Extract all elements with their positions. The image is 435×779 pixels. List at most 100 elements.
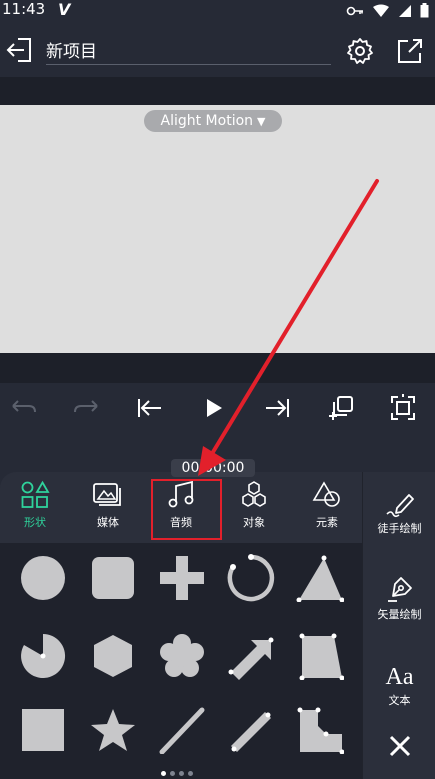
settings-button[interactable] [345, 36, 375, 66]
rounded-square-shape-icon [92, 557, 134, 599]
page-dot [170, 771, 175, 776]
trapezoid-shape-icon [299, 633, 344, 680]
skip-end-button[interactable] [262, 393, 292, 423]
flower-shape-icon [160, 634, 204, 677]
project-title[interactable]: 新项目 [46, 37, 97, 62]
play-icon [207, 399, 222, 417]
shape-arc[interactable] [224, 551, 278, 605]
vector-draw-label: 矢量绘制 [377, 608, 422, 621]
thick-line-shape-icon [231, 712, 271, 752]
timecode-display: 00:00:00 [171, 459, 255, 477]
add-layer-button[interactable] [326, 393, 356, 423]
text-button[interactable]: Aa 文本 [363, 664, 435, 708]
wifi-icon [373, 4, 389, 17]
freehand-draw-button[interactable]: 徒手绘制 [363, 492, 435, 536]
shape-hexagon[interactable] [86, 629, 140, 683]
shape-rounded-square[interactable] [86, 551, 140, 605]
add-layer-panel: 形状 媒体 音频 对象 元素 徒手绘制 矢量绘制 Aa 文本 [0, 472, 435, 779]
battery-icon [420, 3, 429, 18]
pen-scribble-icon [385, 494, 414, 518]
hexagon-shape-icon [94, 635, 132, 677]
shape-notched-rect[interactable] [293, 703, 347, 757]
media-icon [93, 483, 121, 506]
status-time: 11:43 [2, 0, 46, 18]
page-dot [179, 771, 184, 776]
close-button[interactable] [363, 734, 435, 758]
text-label: 文本 [388, 694, 411, 707]
shapes-icon [21, 480, 50, 508]
shape-square[interactable] [16, 703, 70, 757]
page-indicator [161, 771, 193, 776]
arc-shape-icon [227, 554, 275, 602]
fullscreen-icon [391, 394, 415, 420]
hexagons-icon [242, 481, 266, 507]
tab-shapes[interactable]: 形状 [0, 480, 70, 540]
export-icon [398, 39, 422, 63]
back-button[interactable] [6, 36, 36, 64]
canvas-bottom-band [0, 353, 435, 383]
status-v-mark: V [58, 0, 71, 19]
key-icon [346, 6, 363, 15]
status-bar: 11:43 V [0, 0, 435, 22]
close-icon [389, 735, 410, 757]
vector-draw-button[interactable]: 矢量绘制 [363, 574, 435, 622]
add-layer-icon [329, 396, 353, 420]
tab-objects[interactable]: 对象 [219, 480, 289, 540]
shape-pie[interactable] [16, 629, 70, 683]
exit-icon [6, 38, 31, 62]
preview-canvas[interactable] [0, 105, 435, 353]
undo-button[interactable] [8, 393, 38, 423]
shape-arrow[interactable] [224, 629, 278, 683]
signal-icon [399, 4, 411, 17]
line-shape-icon [159, 707, 205, 754]
audio-tab-highlight [151, 479, 222, 540]
status-icons [346, 3, 429, 18]
export-button[interactable] [395, 36, 425, 66]
tab-shapes-label: 形状 [24, 516, 46, 529]
skip-start-button[interactable] [135, 393, 165, 423]
shape-flower[interactable] [155, 629, 209, 683]
undo-icon [12, 400, 36, 413]
circle-shape-icon [21, 556, 65, 600]
canvas-top-band [0, 77, 435, 105]
watermark-text: Alight Motion [160, 113, 254, 129]
notched-rect-shape-icon [297, 707, 344, 754]
page-dot [161, 771, 166, 776]
tab-media-label: 媒体 [97, 516, 119, 529]
shape-trapezoid[interactable] [293, 629, 347, 683]
text-aa-icon: Aa [385, 664, 414, 690]
shape-triangle[interactable] [293, 551, 347, 605]
star-shape-icon [91, 709, 135, 751]
fullscreen-button[interactable] [388, 393, 418, 423]
shape-thick-line[interactable] [224, 703, 278, 757]
shape-plus[interactable] [155, 551, 209, 605]
shape-line[interactable] [155, 703, 209, 757]
page-dot [188, 771, 193, 776]
tab-objects-label: 对象 [243, 516, 265, 529]
skip-end-icon [266, 399, 289, 417]
playback-controls [0, 383, 435, 435]
watermark-badge[interactable]: Alight Motion ▼ [144, 110, 282, 132]
skip-start-icon [138, 399, 161, 417]
triangle-shape-icon [296, 555, 344, 602]
redo-icon [74, 400, 98, 413]
plus-shape-icon [160, 556, 204, 600]
chevron-down-icon: ▼ [257, 114, 266, 128]
title-underline [46, 64, 331, 65]
shape-star[interactable] [86, 703, 140, 757]
shape-circle[interactable] [16, 551, 70, 605]
tab-elements[interactable]: 元素 [292, 480, 362, 540]
pie-shape-icon [21, 633, 66, 678]
play-button[interactable] [199, 393, 229, 423]
square-shape-icon [22, 709, 64, 751]
freehand-draw-label: 徒手绘制 [377, 522, 422, 535]
element-shapes-icon [312, 481, 340, 507]
tab-media[interactable]: 媒体 [73, 480, 143, 540]
title-bar: 新项目 [0, 22, 435, 77]
redo-button[interactable] [72, 393, 102, 423]
tab-elements-label: 元素 [316, 516, 338, 529]
gear-icon [347, 38, 373, 64]
arrow-shape-icon [228, 637, 274, 680]
shape-grid [0, 543, 362, 779]
pen-nib-icon [387, 577, 412, 602]
